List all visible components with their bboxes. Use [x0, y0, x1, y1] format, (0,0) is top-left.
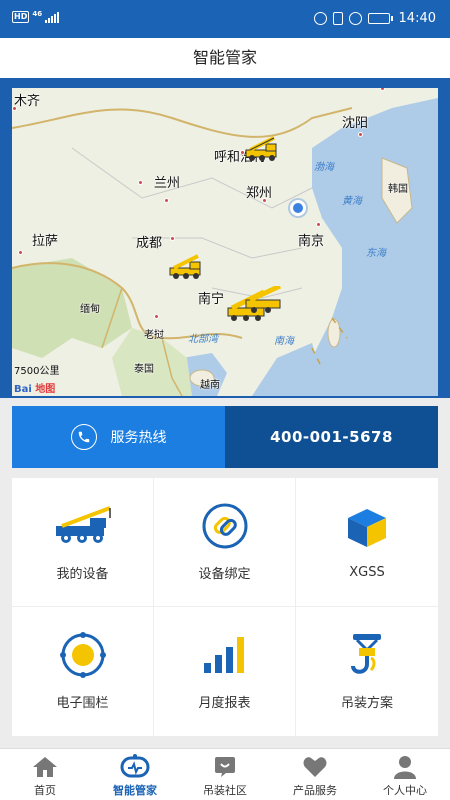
network-type: 46: [32, 9, 43, 18]
map-scale-label: 500公里: [20, 366, 60, 377]
tab-smart-butler[interactable]: 智能管家: [90, 749, 180, 800]
city-dot: [138, 180, 143, 185]
grid-item-label: 吊装方案: [340, 696, 393, 711]
sea-label: 东海: [366, 248, 386, 259]
data-saver-icon: [348, 12, 362, 25]
city-label: 成都: [136, 236, 163, 251]
tab-product-service[interactable]: 产品服务: [270, 749, 360, 800]
sea-label: 渤海: [314, 162, 334, 173]
status-right: 14:40: [313, 11, 436, 26]
current-location-marker[interactable]: [290, 200, 306, 216]
hotline-label: 服务热线: [110, 430, 167, 446]
city-label: 郑州: [246, 186, 273, 201]
city-label: 南宁: [198, 292, 225, 307]
baidu-logo-text: Bai: [14, 384, 32, 395]
city-label: 兰州: [154, 176, 181, 191]
city-dot: [358, 132, 363, 137]
crane-truck-icon: [52, 503, 114, 549]
city-label: 老挝: [144, 330, 164, 341]
status-left: HD 46: [12, 9, 60, 23]
link-icon: [194, 503, 256, 549]
tab-lifting-community[interactable]: 吊装社区: [180, 749, 270, 800]
robot-icon: [120, 754, 150, 780]
cube-icon: [336, 505, 398, 551]
city-label: 缅甸: [80, 304, 100, 315]
city-label: 拉萨: [32, 234, 59, 249]
tab-label: 产品服务: [293, 784, 337, 797]
city-dot: [262, 198, 267, 203]
grid-item-label: XGSS: [349, 564, 385, 580]
tab-label: 首页: [34, 784, 56, 797]
home-icon: [30, 754, 60, 780]
tab-label: 智能管家: [113, 784, 157, 797]
sea-label: 黄海: [342, 196, 362, 207]
map-scale: 7500公里: [14, 362, 59, 377]
crane-marker-icon[interactable]: [244, 136, 280, 162]
city-label: 沈阳: [342, 116, 369, 131]
lifting-plan-button[interactable]: 吊装方案: [296, 607, 438, 736]
sea-label: 北部湾: [188, 334, 218, 345]
battery-icon: [367, 13, 393, 24]
hook-icon: [336, 632, 398, 678]
tab-label: 个人中心: [383, 784, 427, 797]
feature-grid: 我的设备 设备绑定 XGSS 电子围栏 月度报表 吊装方案: [12, 478, 438, 736]
baidu-logo-map: 地图: [35, 384, 56, 395]
map-frame: 木齐 呼和浩特 沈阳 兰州 郑州 韩国 拉萨 成都 南京 南宁 缅甸 老挝 泰国…: [0, 78, 450, 398]
vibrate-icon: [332, 12, 343, 25]
device-binding-button[interactable]: 设备绑定: [154, 478, 296, 607]
map-background: [12, 98, 438, 396]
city-label: 木齐: [14, 94, 41, 109]
status-time: 14:40: [398, 11, 436, 26]
grid-item-label: 我的设备: [56, 566, 109, 582]
page-title: 智能管家: [0, 38, 450, 78]
grid-item-label: 电子围栏: [56, 696, 109, 711]
grid-item-label: 设备绑定: [198, 566, 251, 582]
city-dot: [170, 236, 175, 241]
alarm-icon: [313, 12, 327, 25]
city-dot: [164, 198, 169, 203]
crane-cluster-marker-icon[interactable]: [224, 286, 284, 324]
phone-icon: [70, 424, 97, 450]
community-icon: [210, 754, 240, 780]
crane-marker-icon[interactable]: [168, 254, 204, 280]
city-dot: [154, 314, 159, 319]
hotline-label-button[interactable]: 服务热线: [12, 406, 225, 468]
tab-personal-center[interactable]: 个人中心: [360, 749, 450, 800]
status-bar: HD 46 14:40: [0, 0, 450, 38]
grid-item-label: 月度报表: [198, 696, 251, 711]
sea-label: 南海: [274, 336, 294, 347]
signal-icon: [45, 11, 60, 23]
geofence-icon: [52, 632, 114, 678]
bottom-tab-bar: 首页 智能管家 吊装社区 产品服务 个人中心: [0, 748, 450, 800]
heart-icon: [300, 754, 330, 780]
bar-chart-icon: [194, 632, 256, 678]
person-icon: [390, 754, 420, 780]
city-label: 南京: [298, 234, 325, 249]
city-dot: [18, 250, 23, 255]
my-equipment-button[interactable]: 我的设备: [12, 478, 154, 607]
xgss-button[interactable]: XGSS: [296, 478, 438, 607]
hd-badge: HD: [12, 11, 30, 23]
city-dot: [316, 222, 321, 227]
hotline-number[interactable]: 400-001-5678: [225, 406, 438, 468]
equipment-map[interactable]: 木齐 呼和浩特 沈阳 兰州 郑州 韩国 拉萨 成都 南京 南宁 缅甸 老挝 泰国…: [12, 88, 438, 396]
city-label: 越南: [200, 380, 220, 391]
city-label: 韩国: [388, 184, 408, 195]
geofence-button[interactable]: 电子围栏: [12, 607, 154, 736]
city-dot: [12, 106, 17, 111]
city-label: 泰国: [134, 364, 154, 375]
baidu-map-logo: Bai 地图: [14, 380, 55, 395]
tab-home[interactable]: 首页: [0, 749, 90, 800]
service-hotline: 服务热线 400-001-5678: [12, 406, 438, 468]
monthly-report-button[interactable]: 月度报表: [154, 607, 296, 736]
tab-label: 吊装社区: [203, 784, 247, 797]
